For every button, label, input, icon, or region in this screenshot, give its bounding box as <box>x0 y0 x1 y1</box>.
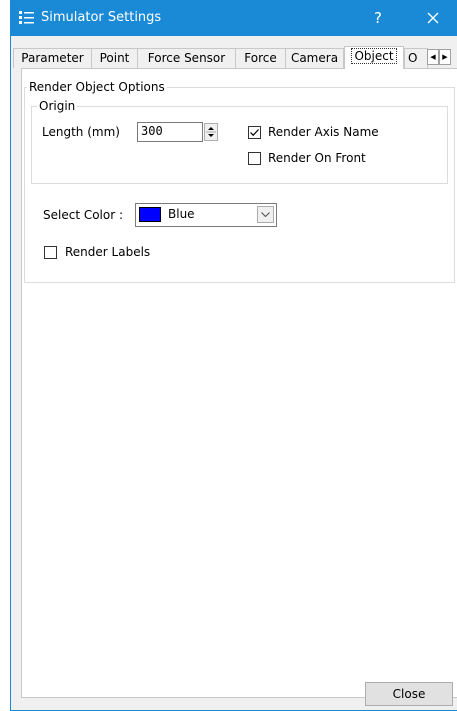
object-tab-panel: Render Object Options Origin Length (mm)… <box>21 68 457 698</box>
render-object-options-group: Render Object Options Origin Length (mm)… <box>24 80 455 283</box>
close-button[interactable]: Close <box>365 682 453 706</box>
render-labels-label: Render Labels <box>65 245 151 259</box>
render-object-options-legend: Render Object Options <box>27 80 167 94</box>
tab-scroll-right-icon[interactable]: ▶ <box>439 49 451 65</box>
color-swatch <box>139 207 161 222</box>
length-input[interactable]: 300 <box>137 122 203 142</box>
help-button[interactable]: ? <box>366 8 390 28</box>
render-axis-name-label: Render Axis Name <box>268 125 379 139</box>
color-dropdown-button[interactable] <box>257 206 274 223</box>
length-spinner[interactable] <box>204 123 218 141</box>
close-icon[interactable] <box>418 7 448 29</box>
color-select-value: Blue <box>168 207 195 221</box>
origin-group: Origin Length (mm) 300 Render Axis Name <box>31 99 448 184</box>
tab-force-sensor[interactable]: Force Sensor <box>137 48 236 68</box>
select-color-label: Select Color : <box>43 208 124 222</box>
render-labels-checkbox[interactable] <box>44 246 57 259</box>
origin-legend: Origin <box>37 99 78 113</box>
render-on-front-label: Render On Front <box>268 151 366 165</box>
checkmark-icon <box>250 129 259 137</box>
chevron-down-icon <box>261 212 270 218</box>
color-select[interactable]: Blue <box>135 203 277 227</box>
tab-strip: Parameter Point Force Sensor Force Camer… <box>11 46 457 69</box>
tab-camera[interactable]: Camera <box>285 48 344 68</box>
simulator-settings-window: Simulator Settings ? Parameter Point For… <box>10 0 457 711</box>
render-axis-name-checkbox[interactable] <box>248 126 261 139</box>
length-label: Length (mm) <box>42 125 120 139</box>
spinner-arrows-icon <box>206 127 216 137</box>
tab-force[interactable]: Force <box>235 48 286 68</box>
settings-list-icon <box>19 11 34 24</box>
tab-scroll-left-icon[interactable]: ◀ <box>427 49 439 65</box>
tab-object[interactable]: Object <box>344 46 404 69</box>
tab-parameter[interactable]: Parameter <box>13 48 92 68</box>
title-bar[interactable]: Simulator Settings ? <box>11 0 457 36</box>
window-title: Simulator Settings <box>41 10 162 25</box>
tab-overflow[interactable]: O <box>404 48 428 68</box>
render-on-front-checkbox[interactable] <box>248 152 261 165</box>
tab-point[interactable]: Point <box>91 48 138 68</box>
